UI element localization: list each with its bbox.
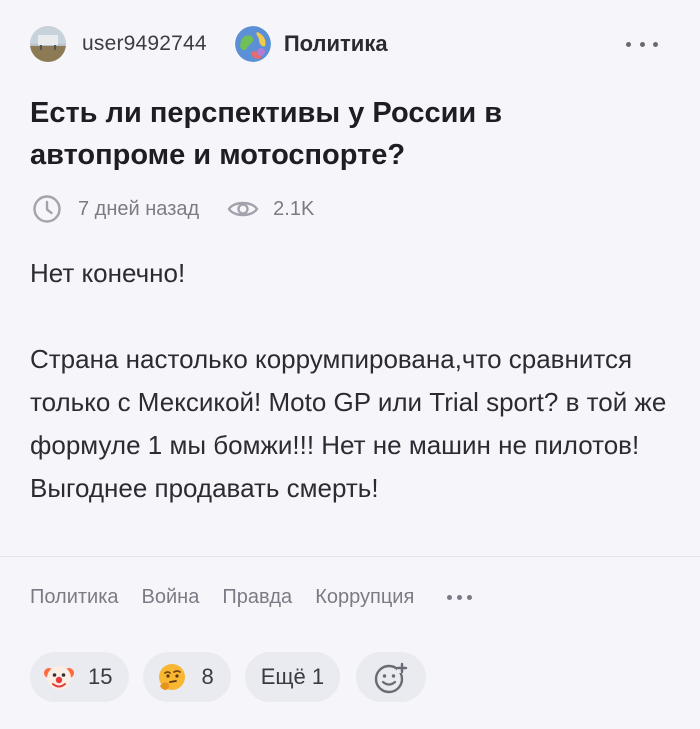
community-icon[interactable] xyxy=(234,26,271,62)
reaction-count: 8 xyxy=(201,664,214,689)
tag-item[interactable]: Политика xyxy=(30,586,119,609)
eye-icon xyxy=(227,201,259,217)
body-paragraph: Страна настолько коррумпирована,что срав… xyxy=(30,344,667,503)
post-body: Нет конечно! Страна настолько коррумпиро… xyxy=(30,252,670,510)
user-avatar[interactable] xyxy=(30,26,66,62)
tag-item[interactable]: Правда xyxy=(222,586,292,609)
tag-list: Политика Война Правда Коррупция xyxy=(30,586,473,609)
more-horizontal-icon[interactable] xyxy=(626,36,658,52)
body-paragraph: Нет конечно! xyxy=(30,258,186,288)
post-time: 7 дней назад xyxy=(78,197,200,220)
more-tags-icon[interactable] xyxy=(447,595,473,600)
author-username[interactable]: user9492744 xyxy=(82,32,207,56)
post-meta: 7 дней назад 2.1K xyxy=(32,192,314,226)
more-reactions-button[interactable]: Ещё 1 xyxy=(244,652,341,702)
reaction-thinking[interactable]: 8 xyxy=(143,652,231,702)
community-name[interactable]: Политика xyxy=(284,31,388,57)
post-title[interactable]: Есть ли перспективы у России в автопроме… xyxy=(30,92,650,176)
view-count: 2.1K xyxy=(273,197,315,220)
reaction-count: 15 xyxy=(88,664,113,689)
reactions-bar: 15 8 Ещё 1 xyxy=(30,652,440,702)
add-reaction-button[interactable] xyxy=(356,652,427,702)
divider xyxy=(0,556,700,557)
tag-item[interactable]: Коррупция xyxy=(315,586,414,609)
clown-face-icon xyxy=(44,666,74,690)
tag-item[interactable]: Война xyxy=(142,586,200,609)
clock-icon xyxy=(33,195,61,223)
post-card: user9492744 Политика Есть ли перспективы… xyxy=(0,0,700,729)
post-header: user9492744 Политика xyxy=(30,24,670,64)
thinking-face-icon xyxy=(159,664,186,690)
add-reaction-icon xyxy=(374,662,408,694)
reaction-clown[interactable]: 15 xyxy=(30,652,130,702)
